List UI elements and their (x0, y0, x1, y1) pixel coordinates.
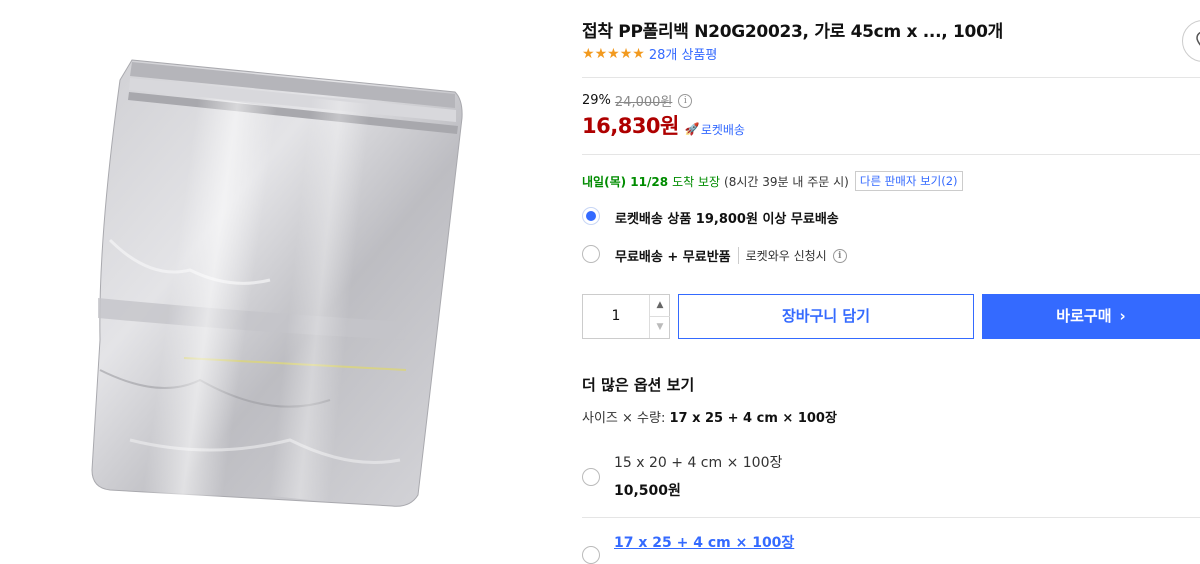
quantity-stepper[interactable]: 1 ▲ ▼ (582, 294, 670, 339)
other-sellers-button[interactable]: 다른 판매자 보기(2) (854, 171, 963, 191)
option-item[interactable]: 17 x 25 + 4 cm × 100장 (582, 528, 1200, 564)
divider (582, 517, 1200, 518)
quantity-decrease-button[interactable]: ▼ (649, 317, 670, 338)
delivery-guarantee: 도착 보장 (672, 174, 721, 189)
more-options-heading: 더 많은 옵션 보기 (582, 376, 695, 394)
option-link[interactable]: 17 x 25 + 4 cm × 100장 (614, 535, 794, 551)
buy-now-label: 바로구매 (1056, 307, 1112, 325)
option-item[interactable]: 15 x 20 + 4 cm × 100장 10,500원 (582, 448, 1200, 508)
option-price: 10,500원 (614, 483, 681, 499)
quantity-increase-button[interactable]: ▲ (649, 295, 670, 317)
product-title: 접착 PP폴리백 N20G20023, 가로 45cm x ..., 100개 (582, 22, 1003, 42)
selected-option-summary: 사이즈 × 수량: 17 x 25 + 4 cm × 100장 (582, 407, 837, 426)
option-name-selected[interactable]: 17 x 25 + 4 cm × 100장 (614, 532, 794, 552)
original-price: 24,000원 (614, 95, 673, 110)
rocket-wow-note: 로켓와우 신청시 (737, 247, 827, 264)
product-info-panel: 접착 PP폴리백 N20G20023, 가로 45cm x ..., 100개 … (582, 0, 1200, 564)
option-name: 15 x 20 + 4 cm × 100장 (614, 455, 783, 471)
star-icon: ★ (619, 45, 633, 62)
rocket-delivery-label: 로켓배송 (700, 122, 745, 137)
info-icon[interactable]: i (678, 93, 693, 108)
sale-price: 16,830원 (582, 114, 679, 138)
option-radio[interactable] (582, 546, 600, 564)
option-radio[interactable] (582, 468, 600, 486)
chevron-right-icon: › (1119, 307, 1126, 325)
quantity-input[interactable]: 1 (583, 295, 649, 338)
star-rating: ★ ★ ★ ★ ★ (582, 46, 645, 62)
divider (582, 77, 1200, 78)
rating-row[interactable]: ★ ★ ★ ★ ★ 28개 상품평 (582, 44, 718, 64)
delivery-date: 내일(목) 11/28 (582, 174, 669, 189)
shipping-option-radio-free[interactable] (582, 245, 600, 263)
order-deadline-note: (8시간 39분 내 주문 시) (724, 174, 849, 189)
shipping-option-rocket[interactable]: 로켓배송 상품 19,800원 이상 무료배송 (615, 208, 839, 227)
price-row: 16,830원 🚀 로켓배송 (582, 110, 745, 140)
shipping-option-free[interactable]: 무료배송 + 무료반품 로켓와우 신청시 i (615, 246, 847, 265)
product-image[interactable] (70, 40, 480, 510)
discount-row: 29% 24,000원 i (582, 91, 693, 110)
selected-option-value: 17 x 25 + 4 cm × 100장 (669, 411, 837, 426)
buy-now-button[interactable]: 바로구매 › (982, 294, 1200, 339)
selected-option-prefix: 사이즈 × 수량: (582, 411, 670, 426)
review-count-link[interactable]: 28개 상품평 (649, 44, 718, 63)
star-icon: ★ (594, 45, 608, 62)
shipping-option-label: 무료배송 + 무료반품 (615, 250, 731, 265)
shipping-option-label: 로켓배송 상품 19,800원 이상 무료배송 (615, 212, 839, 227)
star-icon: ★ (607, 45, 620, 62)
share-button[interactable] (1182, 20, 1200, 62)
add-to-cart-button[interactable]: 장바구니 담기 (678, 294, 974, 339)
delivery-info: 내일(목) 11/28 도착 보장 (8시간 39분 내 주문 시) 다른 판매… (582, 171, 963, 191)
location-pin-icon (1196, 31, 1200, 46)
star-icon: ★ (582, 45, 595, 62)
divider (582, 154, 1200, 155)
info-icon[interactable]: i (832, 248, 847, 263)
shipping-option-radio-rocket[interactable] (582, 207, 600, 225)
rocket-icon: 🚀 (684, 122, 700, 136)
discount-rate: 29% (582, 93, 611, 108)
rocket-delivery-badge: 🚀 로켓배송 (685, 121, 745, 138)
star-icon: ★ (632, 45, 645, 62)
